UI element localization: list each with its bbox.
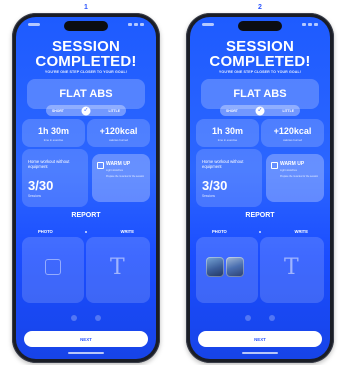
warm-up-description: Prepare the muscles for the session <box>106 175 145 178</box>
workout-name: FLAT ABS <box>233 88 287 100</box>
report-heading: REPORT <box>245 212 275 219</box>
page-subtitle: YOU'RE ONE STEP CLOSER TO YOUR GOAL! <box>218 70 302 74</box>
status-time <box>202 23 214 26</box>
tab-photo[interactable]: PHOTO <box>212 229 227 234</box>
photo-upload-area[interactable] <box>22 237 84 303</box>
write-note-area[interactable]: T <box>260 237 324 303</box>
check-icon[interactable]: ✓ <box>255 106 265 115</box>
intensity-toggle[interactable]: SHORT LITTLE ✓ <box>220 105 300 116</box>
home-indicator <box>242 352 278 354</box>
calories-stat-card: +120kcal calories burned <box>261 119 324 147</box>
phone-mockup-1: SESSION COMPLETED! YOU'RE ONE STEP CLOSE… <box>12 13 160 363</box>
checkbox-icon[interactable] <box>271 162 278 169</box>
dynamic-island <box>238 21 282 31</box>
program-progress-card: Home workout without equipment 3/30 Sess… <box>22 149 88 207</box>
tab-photo[interactable]: PHOTO <box>38 229 53 234</box>
checkbox-icon[interactable] <box>97 162 104 169</box>
toggle-label-short[interactable]: SHORT <box>226 109 238 113</box>
warm-up-subtitle: Light stretches <box>280 169 297 172</box>
time-label: time in exercise <box>217 138 238 142</box>
sessions-label: Sessions <box>28 194 41 198</box>
sessions-count: 3/30 <box>202 178 228 193</box>
program-progress-card: Home workout without equipment 3/30 Sess… <box>196 149 262 207</box>
page-title: SESSION COMPLETED! <box>209 38 311 70</box>
status-time <box>28 23 40 26</box>
session-completed-screen: SESSION COMPLETED! YOU'RE ONE STEP CLOSE… <box>190 17 330 359</box>
write-note-area[interactable]: T <box>86 237 150 303</box>
page-title: SESSION COMPLETED! <box>35 38 137 70</box>
sessions-label: Sessions <box>202 194 215 198</box>
next-button[interactable]: NEXT <box>198 331 322 347</box>
workout-name: FLAT ABS <box>59 88 113 100</box>
photo-thumbnail[interactable] <box>206 257 224 277</box>
phone-mockup-2: SESSION COMPLETED! YOU'RE ONE STEP CLOSE… <box>186 13 334 363</box>
time-label: time in exercise <box>43 138 64 142</box>
calories-stat-card: +120kcal calories burned <box>87 119 150 147</box>
sessions-count: 3/30 <box>28 178 54 193</box>
warm-up-card[interactable]: WARM UP Light stretches Prepare the musc… <box>92 154 150 202</box>
report-heading: REPORT <box>71 212 101 219</box>
tab-separator-dot <box>85 231 87 233</box>
page-subtitle: YOU'RE ONE STEP CLOSER TO YOUR GOAL! <box>44 70 128 74</box>
step-number-1: 1 <box>84 4 88 11</box>
next-button[interactable]: NEXT <box>24 331 148 347</box>
toggle-label-short[interactable]: SHORT <box>52 109 64 113</box>
status-icons <box>302 23 318 26</box>
intensity-toggle[interactable]: SHORT LITTLE ✓ <box>46 105 126 116</box>
dynamic-island <box>64 21 108 31</box>
time-stat-card: 1h 30m time in exercise <box>22 119 85 147</box>
calories-label: calories burned <box>282 138 303 142</box>
photo-thumbnail[interactable] <box>226 257 244 277</box>
image-icon <box>45 259 61 275</box>
home-indicator <box>68 352 104 354</box>
tab-write[interactable]: WRITE <box>295 229 309 234</box>
pager-dots <box>245 315 275 321</box>
warm-up-title: WARM UP <box>106 161 131 167</box>
toggle-label-little[interactable]: LITTLE <box>109 109 121 113</box>
text-icon: T <box>284 255 299 280</box>
photo-upload-area[interactable] <box>196 237 258 303</box>
session-completed-screen: SESSION COMPLETED! YOU'RE ONE STEP CLOSE… <box>16 17 156 359</box>
program-description: Home workout without equipment <box>202 159 244 170</box>
time-value: 1h 30m <box>37 126 70 136</box>
time-value: 1h 30m <box>211 126 244 136</box>
step-number-2: 2 <box>258 4 262 11</box>
program-description: Home workout without equipment <box>28 159 70 170</box>
tab-separator-dot <box>259 231 261 233</box>
calories-label: calories burned <box>108 138 129 142</box>
tab-write[interactable]: WRITE <box>121 229 135 234</box>
warm-up-title: WARM UP <box>280 161 305 167</box>
check-icon[interactable]: ✓ <box>81 106 91 115</box>
text-icon: T <box>110 255 125 280</box>
status-icons <box>128 23 144 26</box>
time-stat-card: 1h 30m time in exercise <box>196 119 259 147</box>
warm-up-description: Prepare the muscles for the session <box>280 175 319 178</box>
calories-value: +120kcal <box>99 126 138 136</box>
calories-value: +120kcal <box>273 126 312 136</box>
warm-up-card[interactable]: WARM UP Light stretches Prepare the musc… <box>266 154 324 202</box>
pager-dots <box>71 315 101 321</box>
warm-up-subtitle: Light stretches <box>106 169 123 172</box>
toggle-label-little[interactable]: LITTLE <box>283 109 295 113</box>
